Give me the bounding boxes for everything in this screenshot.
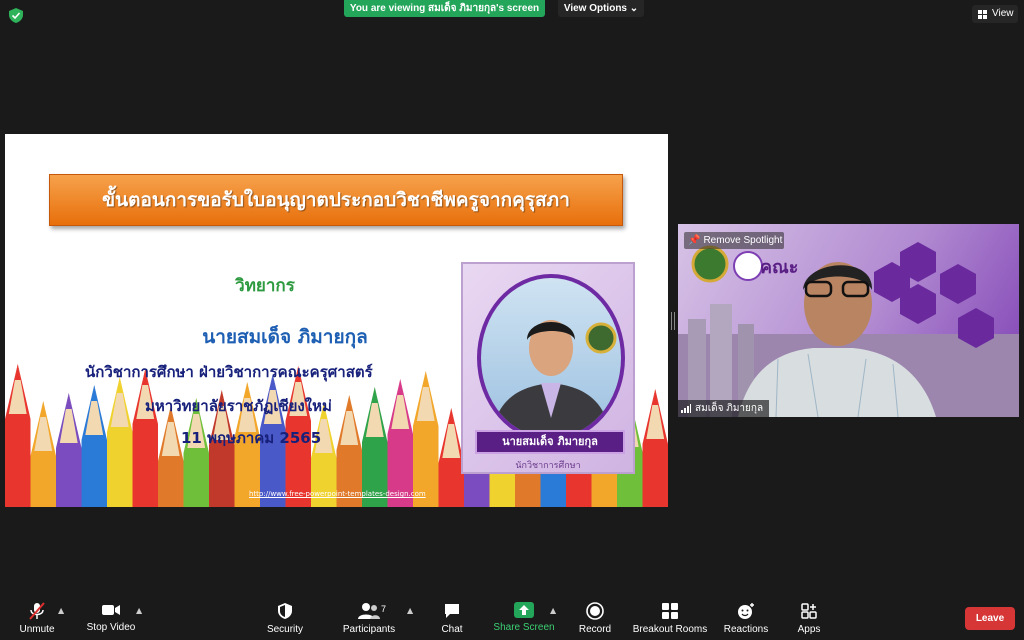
background-logo-text: คณะ (760, 257, 799, 278)
chat-bubble-icon (445, 604, 459, 618)
chat-label: Chat (441, 624, 463, 635)
chevron-down-icon: ⌄ (629, 3, 639, 14)
view-options-button[interactable]: View Options ⌄ (558, 0, 644, 17)
unmute-label: Unmute (19, 624, 55, 635)
speaker-photo (477, 274, 625, 442)
speaker-card-title: นักวิชาการศึกษา (515, 461, 581, 471)
participants-icon (358, 603, 380, 619)
speaker-photo-card: นายสมเด็จ ภิมายกุล นักวิชาการศึกษา (461, 262, 635, 474)
unmute-button[interactable]: Unmute (14, 594, 60, 640)
participants-label: Participants (342, 624, 396, 635)
reactions-label: Reactions (723, 624, 769, 635)
security-shield-icon (278, 603, 292, 619)
slide-date: 11 พฤษภาคม 2565 (181, 429, 322, 447)
view-label: View (992, 8, 1014, 19)
shared-screen-slide: ขั้นตอนการขอรับใบอนุญาตประกอบวิชาชีพครูจ… (5, 134, 668, 507)
chat-button[interactable]: Chat (432, 594, 472, 640)
leave-button[interactable]: Leave (965, 607, 1015, 630)
participants-caret-icon[interactable]: ▲ (407, 606, 413, 615)
breakout-rooms-icon (662, 603, 678, 619)
breakout-rooms-label: Breakout Rooms (632, 624, 708, 635)
speaker-name: นายสมเด็จ ภิมายกุล (202, 326, 368, 348)
stop-video-button[interactable]: Stop Video (84, 594, 138, 640)
slide-title: ขั้นตอนการขอรับใบอนุญาตประกอบวิชาชีพครูจ… (49, 174, 623, 226)
template-url: http://www.free-powerpoint-templates-des… (249, 490, 426, 498)
share-screen-button[interactable]: Share Screen (493, 594, 555, 640)
view-options-label: View Options (563, 3, 627, 14)
security-button[interactable]: Security (262, 594, 308, 640)
audio-options-caret-icon[interactable]: ▲ (58, 606, 64, 615)
apps-icon (801, 603, 817, 619)
share-screen-icon (514, 602, 534, 618)
participant-name-tag: สมเด็จ ภิมายกุล (678, 400, 770, 417)
video-camera-icon (102, 605, 120, 615)
pin-icon: 📌 (688, 235, 701, 246)
participants-count: 7 (381, 604, 387, 614)
record-label: Record (578, 624, 612, 635)
grid-view-icon (978, 9, 987, 19)
virtual-background-image (678, 242, 1019, 417)
university-name: มหาวิทยาลัยราชภัฏเชียงใหม่ (145, 397, 332, 415)
stop-video-label: Stop Video (86, 622, 136, 633)
remove-spotlight-label: Remove Spotlight (703, 235, 783, 246)
record-icon (586, 602, 604, 620)
security-label: Security (266, 624, 304, 635)
participant-video-tile[interactable]: คณะ 📌 Remove Spotlight สมเด็จ ภิมายกุล (678, 224, 1019, 417)
participants-button[interactable]: Participants (340, 594, 398, 640)
participant-name: สมเด็จ ภิมายกุล (695, 403, 764, 414)
speaker-position: นักวิชาการศึกษา ฝ่ายวิชาการคณะครุศาสตร์ (85, 363, 373, 381)
meeting-toolbar: Unmute ▲ Stop Video ▲ Security Participa… (0, 594, 1024, 640)
speaker-role: วิทยากร (235, 276, 295, 296)
muted-microphone-icon (29, 602, 45, 620)
speaker-card-name: นายสมเด็จ ภิมายกุล (475, 430, 625, 454)
reactions-smiley-icon (738, 603, 754, 619)
apps-label: Apps (797, 624, 821, 635)
apps-button[interactable]: Apps (794, 594, 824, 640)
video-options-caret-icon[interactable]: ▲ (136, 606, 142, 615)
split-divider-handle[interactable] (671, 312, 675, 330)
record-button[interactable]: Record (574, 594, 616, 640)
remove-spotlight-button[interactable]: 📌 Remove Spotlight (684, 232, 784, 249)
security-shield-icon[interactable] (9, 8, 23, 23)
viewing-screen-banner: You are viewing สมเด็จ ภิมายกุล's screen (344, 0, 545, 17)
view-button[interactable]: View (972, 5, 1018, 23)
breakout-rooms-button[interactable]: Breakout Rooms (632, 594, 708, 640)
signal-bars-icon (681, 404, 691, 413)
share-options-caret-icon[interactable]: ▲ (550, 606, 556, 615)
share-screen-label: Share Screen (493, 622, 555, 633)
reactions-button[interactable]: Reactions (722, 594, 770, 640)
